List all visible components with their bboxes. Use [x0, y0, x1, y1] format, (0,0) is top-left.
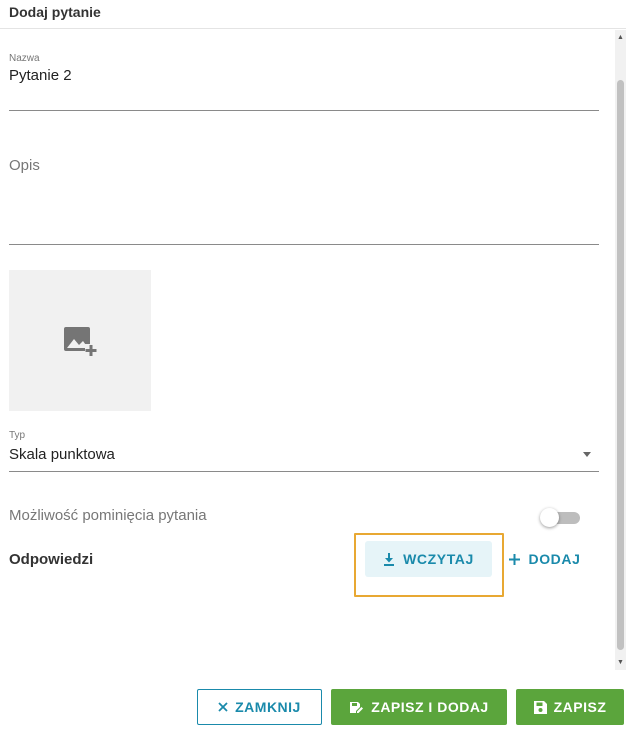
- dialog-title: Dodaj pytanie: [0, 0, 626, 29]
- save-and-add-button[interactable]: ZAPISZ I DODAJ: [331, 689, 507, 725]
- plus-icon: [509, 553, 521, 565]
- skip-question-row: Możliwość pominięcia pytania: [9, 505, 589, 527]
- scroll-thumb[interactable]: [617, 80, 624, 650]
- answers-label: Odpowiedzi: [9, 551, 94, 568]
- add-answer-label: DODAJ: [528, 551, 581, 567]
- scroll-up-arrow-icon[interactable]: ▲: [615, 32, 626, 43]
- scrollbar[interactable]: ▲ ▼: [615, 30, 626, 670]
- type-select-label: Typ: [9, 430, 26, 441]
- name-field-label: Nazwa: [9, 53, 40, 64]
- image-upload-area[interactable]: [9, 270, 151, 411]
- close-icon: [218, 702, 228, 712]
- save-icon: [533, 700, 547, 714]
- save-button-label: ZAPISZ: [553, 699, 607, 715]
- load-answers-label: WCZYTAJ: [403, 551, 474, 567]
- close-button-label: ZAMKNIJ: [235, 699, 301, 715]
- skip-question-toggle[interactable]: [540, 508, 580, 527]
- save-edit-icon: [349, 701, 364, 714]
- save-and-add-label: ZAPISZ I DODAJ: [371, 699, 489, 715]
- add-photo-icon: [64, 326, 97, 356]
- skip-question-label: Możliwość pominięcia pytania: [9, 507, 207, 524]
- type-select-value: Skala punktowa: [9, 446, 115, 463]
- name-field-value[interactable]: Pytanie 2: [9, 67, 72, 84]
- download-icon: [383, 552, 395, 566]
- toggle-knob: [540, 508, 559, 527]
- description-field[interactable]: Opis: [9, 150, 599, 245]
- add-answer-button[interactable]: DODAJ: [500, 541, 590, 577]
- type-select[interactable]: Typ Skala punktowa: [9, 428, 599, 472]
- save-button[interactable]: ZAPISZ: [516, 689, 624, 725]
- close-button[interactable]: ZAMKNIJ: [197, 689, 322, 725]
- load-answers-button[interactable]: WCZYTAJ: [365, 541, 492, 577]
- description-placeholder: Opis: [9, 157, 40, 174]
- scroll-down-arrow-icon[interactable]: ▼: [615, 657, 626, 668]
- chevron-down-icon[interactable]: [583, 452, 591, 457]
- name-field[interactable]: Nazwa Pytanie 2: [9, 50, 599, 111]
